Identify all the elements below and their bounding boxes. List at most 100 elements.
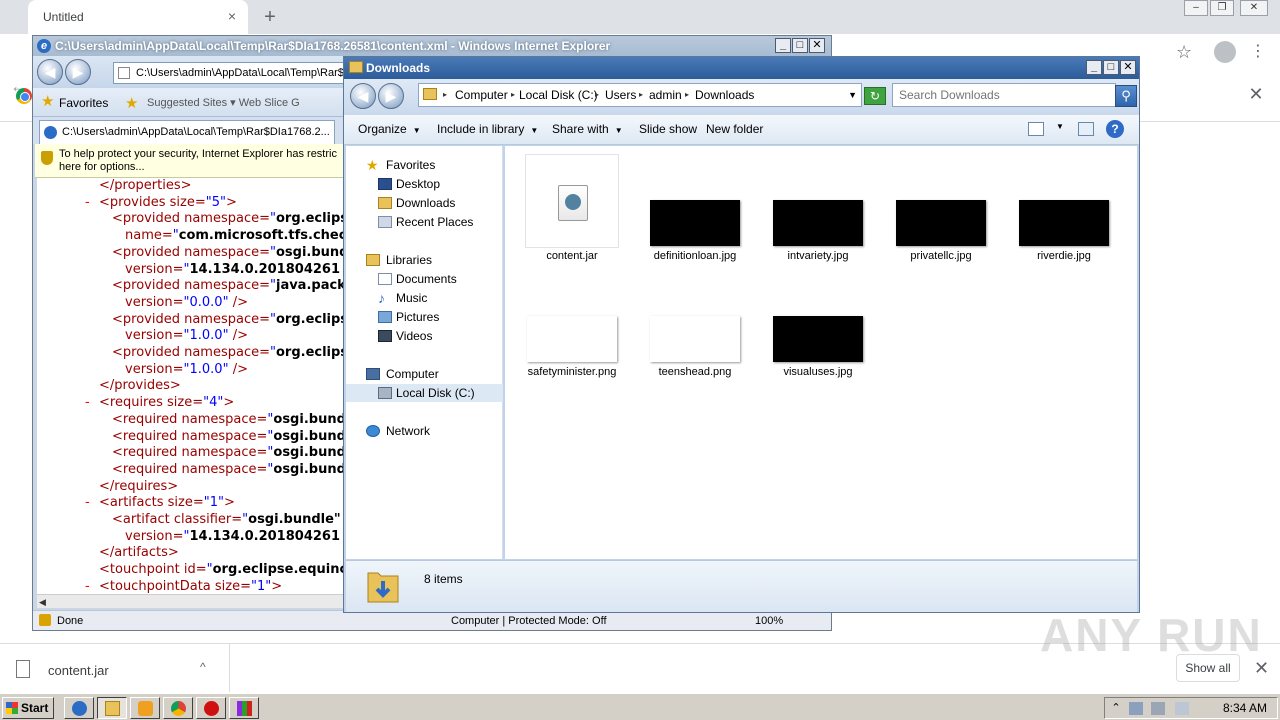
- explorer-close-button[interactable]: ✕: [1120, 60, 1136, 75]
- nav-libraries[interactable]: Libraries: [346, 251, 503, 269]
- search-icon[interactable]: ⚲: [1115, 85, 1137, 107]
- chrome-minimize-button[interactable]: –: [1184, 0, 1208, 16]
- nav-music[interactable]: ♪ Music: [346, 289, 503, 307]
- ie-logo-icon: e: [37, 39, 51, 53]
- nav-documents[interactable]: Documents: [346, 270, 503, 288]
- explorer-title-bar[interactable]: Downloads _ □ ✕: [344, 57, 1139, 79]
- file-item[interactable]: definitionloan.jpg: [640, 154, 750, 274]
- explorer-maximize-button[interactable]: □: [1103, 60, 1119, 75]
- slide-show-button[interactable]: Slide show: [639, 122, 697, 136]
- address-dropdown-icon[interactable]: ▼: [848, 84, 857, 106]
- infobar-close-icon[interactable]: ✕: [1248, 85, 1264, 103]
- xml-collapse-marker[interactable]: -: [85, 395, 90, 411]
- ie-close-button[interactable]: ✕: [809, 38, 825, 53]
- breadcrumb-computer[interactable]: Computer: [455, 84, 508, 106]
- taskbar-explorer[interactable]: [97, 697, 127, 719]
- organize-button[interactable]: Organize ▼: [358, 122, 421, 136]
- action-center-flag-icon[interactable]: [1175, 702, 1189, 715]
- breadcrumb-separator-icon[interactable]: ▸: [595, 84, 599, 106]
- xml-text: com.microsoft.tfs.chec: [178, 228, 345, 244]
- bookmark-star-icon[interactable]: ☆: [1176, 42, 1196, 62]
- chrome-tab[interactable]: Untitled ×: [28, 0, 248, 34]
- breadcrumb-admin[interactable]: admin: [649, 84, 682, 106]
- breadcrumb-users[interactable]: Users: [605, 84, 636, 106]
- breadcrumb-separator-icon[interactable]: ▸: [443, 84, 447, 106]
- chrome-close-button[interactable]: ✕: [1240, 0, 1268, 16]
- explorer-forward-button[interactable]: ▶: [378, 83, 404, 109]
- ie-forward-button[interactable]: ▶: [65, 59, 91, 85]
- nav-favorites[interactable]: ★ Favorites: [346, 156, 503, 174]
- close-tab-icon[interactable]: ×: [224, 8, 240, 24]
- ie-tab[interactable]: C:\Users\admin\AppData\Local\Temp\Rar$DI…: [39, 120, 335, 144]
- xml-collapse-marker[interactable]: -: [85, 495, 90, 511]
- ie-title-bar[interactable]: e C:\Users\admin\AppData\Local\Temp\Rar$…: [33, 36, 831, 56]
- refresh-icon[interactable]: ↻: [864, 87, 886, 105]
- file-item[interactable]: safetyminister.png: [517, 270, 627, 390]
- explorer-back-button[interactable]: ◀: [350, 83, 376, 109]
- file-item[interactable]: visualuses.jpg: [763, 270, 873, 390]
- add-favorites-icon[interactable]: ★: [125, 94, 138, 112]
- clock[interactable]: 8:34 AM: [1223, 701, 1267, 715]
- network-tray-icon[interactable]: [1129, 702, 1143, 715]
- file-item[interactable]: privatellc.jpg: [886, 154, 996, 274]
- explorer-minimize-button[interactable]: _: [1086, 60, 1102, 75]
- nav-recent-places[interactable]: Recent Places: [346, 213, 503, 231]
- breadcrumb[interactable]: ▸ Computer ▸ Local Disk (C:) ▸ Users ▸ a…: [418, 83, 862, 107]
- nav-pictures[interactable]: Pictures: [346, 308, 503, 326]
- share-with-button[interactable]: Share with ▼: [552, 122, 623, 136]
- music-icon: ♪: [378, 290, 385, 306]
- ie-maximize-button[interactable]: □: [792, 38, 808, 53]
- zoom-level-button[interactable]: 100%: [755, 612, 783, 630]
- ie-address-bar[interactable]: C:\Users\admin\AppData\Local\Temp\Rar$DI…: [113, 62, 345, 84]
- new-folder-button[interactable]: New folder: [706, 122, 763, 136]
- taskbar-security-app[interactable]: [196, 697, 226, 719]
- xml-value: "4": [203, 395, 224, 411]
- download-item[interactable]: content.jar ^: [0, 644, 230, 692]
- taskbar-chrome[interactable]: [163, 697, 193, 719]
- taskbar-ie[interactable]: [64, 697, 94, 719]
- chrome-maximize-button[interactable]: ❐: [1210, 0, 1234, 16]
- nav-desktop[interactable]: Desktop: [346, 175, 503, 193]
- file-item[interactable]: intvariety.jpg: [763, 154, 873, 274]
- favorites-star-icon[interactable]: ★: [41, 94, 54, 109]
- new-tab-button[interactable]: +: [258, 6, 282, 28]
- start-button[interactable]: Start: [2, 697, 54, 719]
- breadcrumb-downloads[interactable]: Downloads: [695, 84, 754, 106]
- scroll-left-icon[interactable]: ◀: [39, 597, 46, 608]
- taskbar-winrar[interactable]: [229, 697, 259, 719]
- ie-minimize-button[interactable]: _: [775, 38, 791, 53]
- tray-expand-icon[interactable]: ⌃: [1109, 702, 1123, 715]
- file-item[interactable]: teenshead.png: [640, 270, 750, 390]
- breadcrumb-separator-icon[interactable]: ▸: [511, 84, 515, 106]
- volume-icon[interactable]: [1151, 702, 1165, 715]
- xml-text: org.eclips: [275, 211, 345, 227]
- xml-collapse-marker[interactable]: -: [85, 579, 90, 594]
- preview-pane-icon[interactable]: [1078, 122, 1094, 136]
- suggested-sites-link[interactable]: Suggested Sites ▾ Web Slice G: [147, 96, 300, 109]
- nav-local-disk[interactable]: Local Disk (C:): [346, 384, 503, 402]
- favorites-button[interactable]: Favorites: [59, 96, 108, 110]
- include-in-library-button[interactable]: Include in library ▼: [437, 122, 538, 136]
- chevron-up-icon[interactable]: ^: [200, 660, 206, 674]
- xml-text: />: [228, 294, 248, 310]
- file-item[interactable]: riverdie.jpg: [1009, 154, 1119, 274]
- nav-network[interactable]: Network: [346, 422, 503, 440]
- nav-videos[interactable]: Videos: [346, 327, 503, 345]
- downloads-folder-large-icon: [367, 572, 399, 603]
- file-item[interactable]: content.jar: [517, 154, 627, 274]
- help-icon[interactable]: ?: [1106, 120, 1124, 138]
- xml-collapse-marker[interactable]: -: [85, 195, 90, 211]
- profile-avatar[interactable]: [1214, 41, 1236, 63]
- breadcrumb-separator-icon[interactable]: ▸: [685, 84, 689, 106]
- breadcrumb-local-disk[interactable]: Local Disk (C:): [519, 84, 598, 106]
- breadcrumb-separator-icon[interactable]: ▸: [639, 84, 643, 106]
- change-view-icon[interactable]: [1028, 122, 1044, 136]
- nav-downloads[interactable]: Downloads: [346, 194, 503, 212]
- chrome-menu-icon[interactable]: ⋮: [1250, 42, 1266, 62]
- taskbar-media-player[interactable]: [130, 697, 160, 719]
- ie-horizontal-scrollbar[interactable]: ◀: [37, 594, 345, 608]
- ie-back-button[interactable]: ◀: [37, 59, 63, 85]
- view-dropdown-icon[interactable]: ▼: [1056, 122, 1064, 131]
- search-input[interactable]: [892, 83, 1116, 107]
- nav-computer[interactable]: Computer: [346, 365, 503, 383]
